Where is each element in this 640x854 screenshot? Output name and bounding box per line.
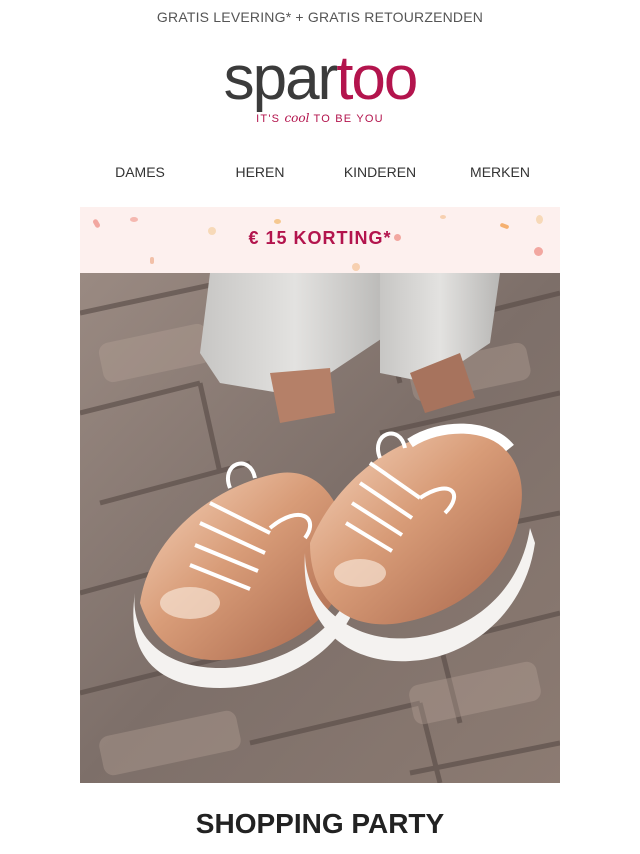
shipping-banner-text: GRATIS LEVERING* + GRATIS RETOURZENDEN: [156, 9, 484, 25]
logo-word-accent: too: [336, 44, 418, 113]
logo-tagline: IT'S cool TO BE YOU: [200, 110, 440, 126]
shipping-banner[interactable]: GRATIS LEVERING* + GRATIS RETOURZENDEN: [0, 0, 640, 36]
discount-banner[interactable]: € 15 KORTING*: [80, 207, 560, 273]
campaign-headline: SHOPPING PARTY: [195, 808, 445, 839]
spartoo-logo[interactable]: spartoo IT'S cool TO BE YOU: [200, 48, 440, 130]
logo-word-dark: spar: [223, 44, 339, 113]
discount-text: € 15 KORTING*: [248, 228, 392, 248]
tagline-end: TO BE YOU: [313, 113, 384, 125]
nav-item-heren[interactable]: HEREN: [200, 150, 320, 194]
sneakers-photo-icon: [80, 273, 560, 783]
nav-item-dames[interactable]: DAMES: [80, 150, 200, 194]
nav-item-kinderen[interactable]: KINDEREN: [320, 150, 440, 194]
category-nav: DAMES HEREN KINDEREN MERKEN: [80, 150, 560, 194]
nav-item-merken[interactable]: MERKEN: [440, 150, 560, 194]
hero-image[interactable]: [80, 273, 560, 783]
tagline-cool: cool: [284, 111, 310, 125]
tagline-start: IT'S: [256, 113, 281, 125]
logo-wordmark: spartoo: [200, 48, 440, 110]
